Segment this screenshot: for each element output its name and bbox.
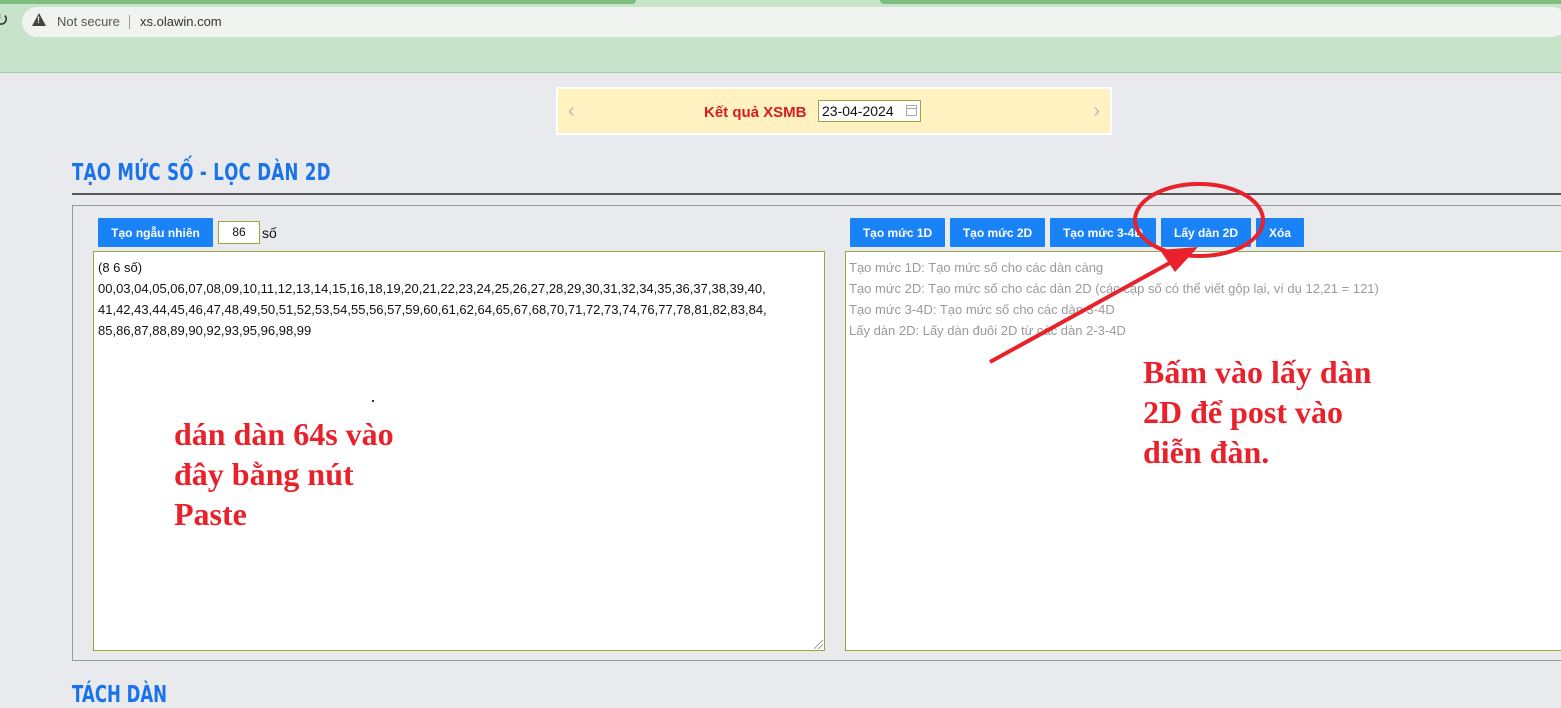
next-section-title: TÁCH DÀN <box>72 682 168 708</box>
annotation-arrow-shaft <box>989 252 1187 364</box>
annotation-arrow-head <box>1160 247 1198 272</box>
highlight-circle <box>1133 182 1265 258</box>
annotation-overlay <box>989 182 1265 364</box>
